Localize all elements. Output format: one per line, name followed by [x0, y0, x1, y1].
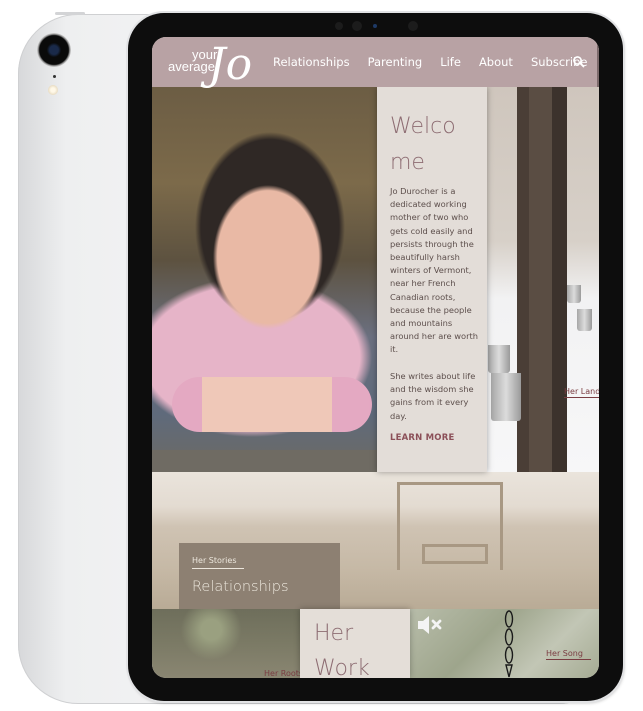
her-work-line1: Her	[314, 621, 354, 646]
scrollbar[interactable]	[597, 41, 599, 87]
relationships-banner-image[interactable]: Her Stories Relationships	[152, 472, 599, 609]
her-work-line2: Work	[314, 656, 370, 678]
main-nav: Relationships Parenting Life About Subsc…	[273, 37, 599, 87]
microphone-icon	[53, 75, 56, 78]
relationships-title[interactable]: Relationships	[192, 579, 289, 595]
search-icon[interactable]	[572, 55, 586, 69]
her-song-tag[interactable]: Her Song	[546, 649, 591, 660]
sap-bucket	[488, 345, 510, 373]
her-roots-tag[interactable]: Her Roots	[264, 669, 303, 678]
welcome-heading: Welco me	[390, 109, 480, 181]
her-stories-card[interactable]: Her Stories Relationships	[179, 543, 340, 609]
sap-bucket	[491, 373, 521, 421]
site-logo[interactable]: your average Jo	[168, 39, 258, 103]
woods-image[interactable]: Her Roots	[152, 609, 303, 678]
flash-icon	[48, 85, 58, 95]
portrait-ledge	[152, 450, 377, 472]
swing-bench	[422, 544, 488, 564]
portrait-arms	[172, 377, 372, 432]
nav-link-life[interactable]: Life	[440, 55, 461, 69]
author-portrait-image	[152, 87, 377, 472]
rear-camera-icon	[37, 33, 71, 67]
top-button	[55, 12, 85, 15]
front-camera-icon	[373, 24, 377, 28]
speaker-muted-icon[interactable]	[416, 614, 444, 636]
welcome-heading-line2: me	[390, 150, 425, 175]
her-work-title: Her Work	[314, 616, 370, 678]
sap-bucket	[567, 285, 581, 303]
sap-bucket	[577, 309, 592, 331]
site-header: your average Jo Relationships Parenting …	[152, 37, 599, 90]
learn-more-link[interactable]: LEARN MORE	[390, 433, 454, 443]
welcome-panel: Welco me Jo Durocher is a dedicated work…	[377, 87, 487, 472]
front-sensor	[335, 22, 343, 30]
nav-link-about[interactable]: About	[479, 55, 513, 69]
welcome-paragraph-writes: She writes about life and the wisdom she…	[390, 371, 476, 421]
her-work-panel[interactable]: Her Work	[300, 609, 410, 678]
website-screen: your average Jo Relationships Parenting …	[152, 37, 599, 678]
welcome-heading-line1: Welco	[390, 114, 456, 139]
welcome-paragraph-bio: Jo Durocher is a dedicated working mothe…	[390, 186, 479, 355]
front-sensor	[408, 21, 418, 31]
her-stories-kicker: Her Stories	[192, 556, 245, 569]
nav-link-parenting[interactable]: Parenting	[368, 55, 423, 69]
logo-script-jo: Jo	[208, 39, 253, 90]
her-land-tag[interactable]: Her Land	[564, 387, 599, 398]
swing-chain-icon	[504, 610, 514, 678]
front-sensor	[352, 21, 362, 31]
nav-link-relationships[interactable]: Relationships	[273, 55, 350, 69]
maple-sap-buckets-image[interactable]: Her Land	[487, 87, 599, 472]
